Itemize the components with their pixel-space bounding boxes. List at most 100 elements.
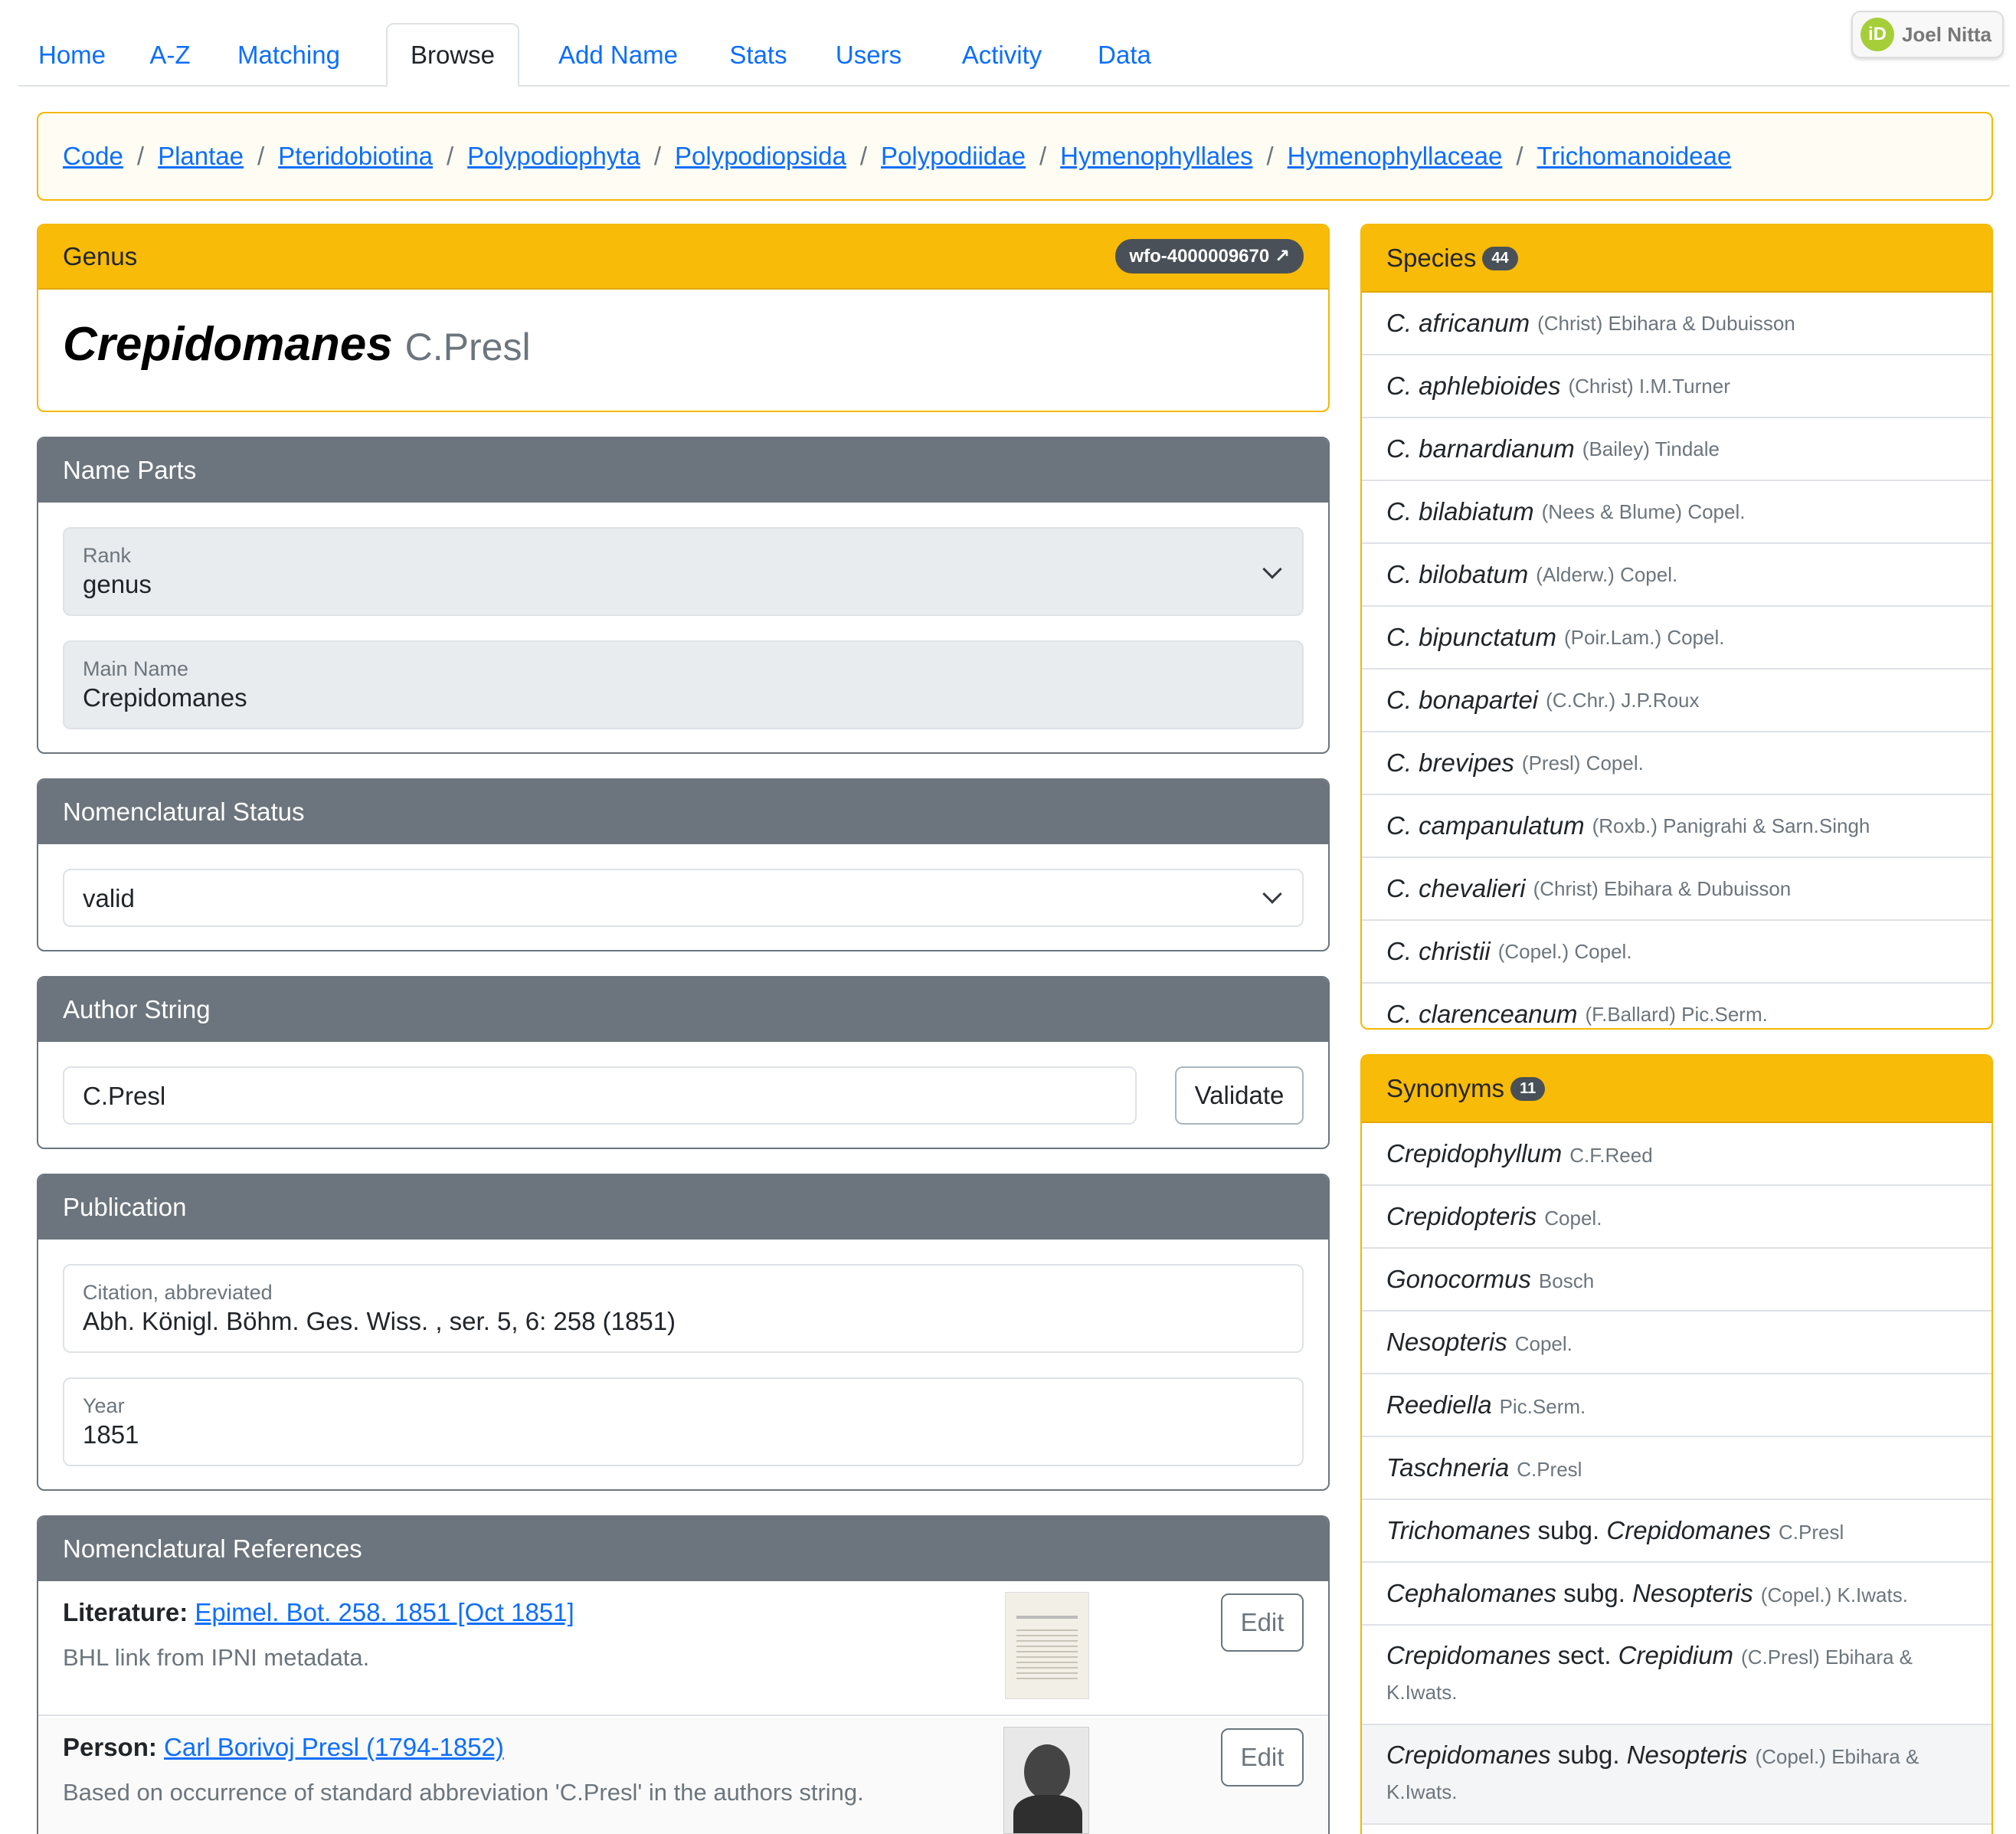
species-author: (F.Ballard) Pic.Serm. [1585, 1002, 1768, 1026]
genus-card: Genus wfo-4000009670 ↗ Crepidomanes C.Pr… [37, 224, 1330, 412]
synonym-line: Taschneria C.Presl [1386, 1453, 1582, 1482]
genus-name: Crepidomanes [63, 318, 393, 371]
main-name-field[interactable]: Main Name Crepidomanes [63, 640, 1304, 729]
rank-select[interactable]: Rank genus [63, 527, 1304, 616]
reference-link[interactable]: Epimel. Bot. 258. 1851 [Oct 1851] [195, 1598, 574, 1626]
chevron-down-icon [1262, 884, 1282, 904]
nomenclatural-references-card: Nomenclatural References Literature: Epi… [37, 1515, 1330, 1834]
breadcrumb-link-polypodiophyta[interactable]: Polypodiophyta [467, 142, 640, 171]
breadcrumb-separator: / [446, 142, 454, 170]
reference-note: BHL link from IPNI metadata. [63, 1644, 370, 1671]
nav-tab-matching[interactable]: Matching [224, 23, 354, 87]
breadcrumb-link-hymenophyllaceae[interactable]: Hymenophyllaceae [1288, 142, 1503, 171]
validate-button[interactable]: Validate [1175, 1066, 1304, 1125]
citation-value: Abh. Königl. Böhm. Ges. Wiss. , ser. 5, … [83, 1307, 676, 1335]
nomenclatural-status-title: Nomenclatural Status [63, 797, 305, 826]
person-portrait-thumbnail[interactable] [1003, 1727, 1089, 1834]
author-string-header: Author String [38, 978, 1328, 1042]
synonym-rank-connector: subg. [1550, 1741, 1627, 1769]
synonym-author: C.F.Reed [1569, 1144, 1653, 1167]
synonym-line: Crepidopteris Copel. [1386, 1202, 1602, 1231]
edit-reference-button[interactable]: Edit [1221, 1728, 1304, 1787]
synonyms-count-badge: 11 [1510, 1076, 1546, 1101]
breadcrumb-link-hymenophyllales[interactable]: Hymenophyllales [1060, 142, 1252, 171]
species-name: C. bilobatum [1386, 560, 1529, 588]
synonym-line: Crepidomanes subg. Nesopteris (Copel.) Eb… [1386, 1741, 1991, 1770]
nav-tab-add-name[interactable]: Add Name [533, 23, 703, 87]
reference-link[interactable]: Carl Borivoj Presl (1794-1852) [164, 1733, 504, 1761]
breadcrumb-separator: / [1516, 142, 1523, 170]
synonym-list-item[interactable]: Reediella Pic.Serm. [1362, 1374, 1991, 1437]
nav-tab-data[interactable]: Data [1078, 23, 1170, 87]
species-list-item[interactable]: C. bipunctatum (Poir.Lam.) Copel. [1362, 607, 1991, 670]
nav-tab-a-z[interactable]: A-Z [141, 23, 199, 87]
species-list-item[interactable]: C. campanulatum (Roxb.) Panigrahi & Sarn.… [1362, 795, 1991, 858]
species-list-item[interactable]: C. barnardianum (Bailey) Tindale [1362, 418, 1991, 481]
nav-tab-stats[interactable]: Stats [712, 23, 804, 87]
species-author: (Poir.Lam.) Copel. [1563, 625, 1725, 649]
nav-tab-users[interactable]: Users [823, 23, 915, 87]
species-author: (Bailey) Tindale [1582, 437, 1720, 460]
synonym-list-item[interactable]: Cephalomanes subg. Nesopteris (Copel.) K.… [1362, 1563, 1991, 1626]
nomenclatural-references-header: Nomenclatural References [38, 1517, 1328, 1581]
wfo-id-badge-link[interactable]: wfo-4000009670 ↗ [1115, 239, 1304, 273]
breadcrumb-link-code[interactable]: Code [63, 142, 123, 171]
species-list-item[interactable]: C. bilabiatum (Nees & Blume) Copel. [1362, 481, 1991, 544]
breadcrumb-link-plantae[interactable]: Plantae [158, 142, 244, 171]
species-list-item[interactable]: C. chevalieri (Christ) Ebihara & Dubuisso… [1362, 858, 1991, 921]
author-string-input[interactable]: C.Presl [63, 1066, 1137, 1125]
nomenclatural-status-select[interactable]: valid [63, 869, 1304, 927]
year-value: 1851 [83, 1420, 139, 1449]
synonym-author: C.Presl [1517, 1458, 1582, 1481]
name-parts-title: Name Parts [63, 456, 197, 484]
synonym-list-item[interactable]: Taschneria C.Presl [1362, 1437, 1991, 1500]
user-menu-button[interactable]: iD Joel Nitta [1851, 11, 2004, 58]
nomenclatural-status-header: Nomenclatural Status [38, 780, 1328, 844]
synonym-author: (Copel.) Ebihara & [1755, 1745, 1919, 1768]
citation-field[interactable]: Citation, abbreviated Abh. Königl. Böhm.… [63, 1264, 1304, 1353]
species-list-item[interactable]: C. bilobatum (Alderw.) Copel. [1362, 544, 1991, 607]
synonym-list-item[interactable]: Crepidophyllum C.F.Reed [1362, 1123, 1991, 1186]
synonym-name-part: Crepidopteris [1386, 1202, 1537, 1230]
synonym-author: Bosch [1538, 1269, 1595, 1292]
book-page-thumbnail[interactable] [1005, 1592, 1089, 1699]
genus-card-header: Genus wfo-4000009670 ↗ [38, 225, 1328, 290]
nomenclatural-status-value: valid [83, 884, 135, 912]
nav-tab-activity[interactable]: Activity [934, 23, 1069, 87]
edit-reference-button[interactable]: Edit [1221, 1593, 1304, 1652]
orcid-icon: iD [1860, 18, 1894, 51]
synonym-author-continued: K.Iwats. [1386, 1681, 1458, 1704]
main-name-label: Main Name [83, 657, 189, 680]
chevron-down-icon [1262, 559, 1282, 579]
breadcrumb: Code / Plantae / Pteridobiotina / Polypo… [37, 112, 1993, 201]
species-list-item[interactable]: C. africanum (Christ) Ebihara & Dubuisson [1362, 293, 1991, 355]
species-author: (Christ) Ebihara & Dubuisson [1533, 876, 1792, 900]
species-list-item[interactable]: C. christii (Copel.) Copel. [1362, 921, 1991, 984]
user-name: Joel Nitta [1901, 22, 1991, 46]
synonym-list-item[interactable]: Gonocormus Bosch [1362, 1249, 1991, 1312]
species-list-item[interactable]: C. clarenceanum (F.Ballard) Pic.Serm. [1362, 984, 1991, 1028]
nav-tab-home[interactable]: Home [26, 23, 118, 87]
synonym-name-part: Reediella [1386, 1390, 1492, 1419]
breadcrumb-link-trichomanoideae[interactable]: Trichomanoideae [1537, 142, 1731, 171]
species-list-item[interactable]: C. aphlebioides (Christ) I.M.Turner [1362, 355, 1991, 418]
synonym-author: Pic.Serm. [1499, 1395, 1586, 1418]
species-list-item[interactable]: C. brevipes (Presl) Copel. [1362, 732, 1991, 795]
breadcrumb-separator: / [859, 142, 868, 170]
species-author: (C.Chr.) J.P.Roux [1546, 688, 1700, 712]
breadcrumb-link-pteridobiotina[interactable]: Pteridobiotina [278, 142, 433, 171]
breadcrumb-link-polypodiidae[interactable]: Polypodiidae [881, 142, 1026, 171]
nav-tab-browse[interactable]: Browse [386, 23, 519, 87]
synonym-list-item[interactable]: Trichomanes subg. Crepidomanes C.Presl [1362, 1500, 1991, 1563]
year-field[interactable]: Year 1851 [63, 1377, 1304, 1466]
breadcrumb-link-polypodiopsida[interactable]: Polypodiopsida [675, 142, 846, 171]
synonym-list-item[interactable]: Crepidopteris Copel. [1362, 1186, 1991, 1249]
reference-item: Literature: Epimel. Bot. 258. 1851 [Oct … [38, 1581, 1328, 1716]
synonym-list-item[interactable]: Crepidomanes sect. Crepidium (C.Presl) Eb… [1362, 1626, 1991, 1725]
synonym-list-item[interactable]: Crepidomanes subg. Nesopteris (Copel.) Eb… [1362, 1725, 1991, 1825]
rank-label: Rank [83, 544, 132, 567]
species-list-item[interactable]: C. bonapartei (C.Chr.) J.P.Roux [1362, 670, 1991, 732]
synonym-name-part: Taschneria [1386, 1453, 1510, 1482]
reference-kind: Literature: [63, 1598, 188, 1626]
synonym-list-item[interactable]: Nesopteris Copel. [1362, 1312, 1991, 1374]
